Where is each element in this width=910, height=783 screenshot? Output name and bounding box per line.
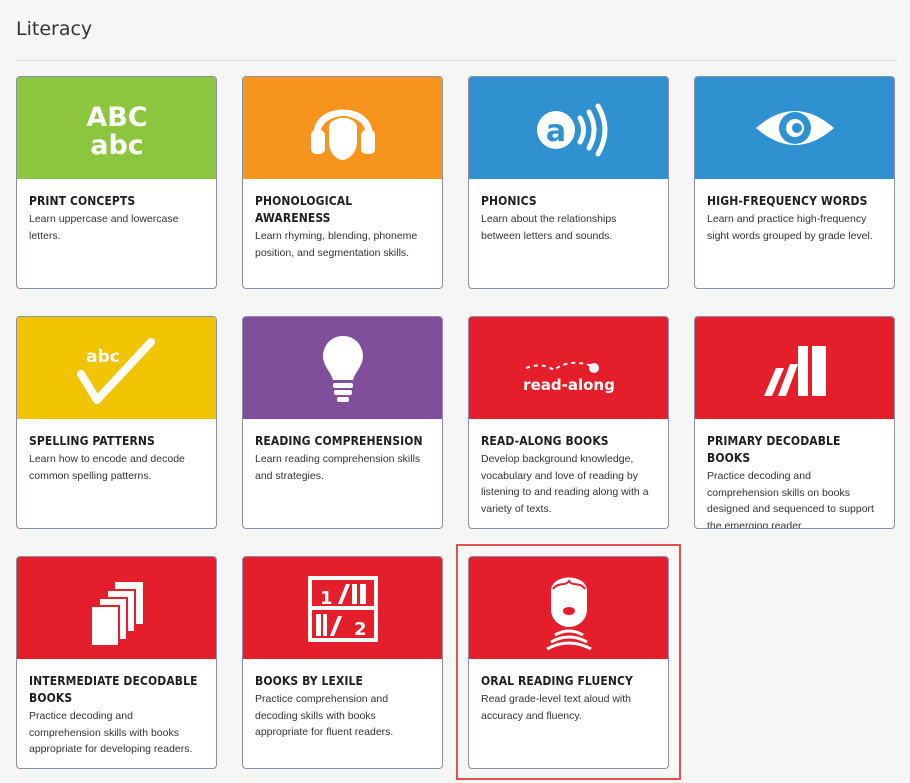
- card-books-by-lexile[interactable]: 1 2 BOOKS BY LEXILE Practice comprehensi…: [242, 556, 443, 769]
- card-description: Learn about the relationships between le…: [481, 213, 617, 242]
- svg-text:abc: abc: [90, 130, 144, 161]
- svg-text:2: 2: [354, 619, 367, 640]
- card-title: SPELLING PATTERNS: [29, 434, 155, 448]
- card-title: PRINT CONCEPTS: [29, 194, 136, 208]
- card-description: Learn rhyming, blending, phoneme positio…: [255, 230, 418, 259]
- card-title: BOOKS BY LEXILE: [255, 674, 363, 688]
- card-description: Learn uppercase and lowercase letters.: [29, 213, 179, 242]
- svg-text:a: a: [545, 114, 565, 149]
- card-read-along-books[interactable]: read-along READ-ALONG BOOKS Develop back…: [468, 316, 669, 529]
- card-title: PHONOLOGICAL AWARENESS: [255, 194, 353, 225]
- card-title: PHONICS: [481, 194, 537, 208]
- card-banner: [695, 77, 894, 179]
- abc-letters-icon: ABC abc: [86, 102, 147, 161]
- card-title: HIGH-FREQUENCY WORDS: [707, 194, 868, 208]
- divider: [16, 60, 897, 61]
- eye-icon: [755, 111, 834, 145]
- card-banner: abc: [17, 317, 216, 419]
- card-phonics[interactable]: a PHONICS Learn about the relationships …: [468, 76, 669, 289]
- card-description: Read grade-level text aloud with accurac…: [481, 693, 632, 722]
- svg-text:ABC: ABC: [86, 102, 147, 133]
- card-intermediate-decodable-books[interactable]: INTERMEDIATE DECODABLE BOOKS Practice de…: [16, 556, 217, 769]
- svg-text:read-along: read-along: [523, 376, 615, 394]
- abc-checkmark-icon: abc: [76, 338, 155, 404]
- books-leaning-icon: [763, 346, 826, 396]
- card-title: READING COMPREHENSION: [255, 434, 423, 448]
- card-title: READ-ALONG BOOKS: [481, 434, 609, 448]
- card-description: Learn and practice high-frequency sight …: [707, 213, 873, 242]
- card-spelling-patterns[interactable]: abc SPELLING PATTERNS Learn how to encod…: [16, 316, 217, 529]
- headphones-head-icon: [310, 109, 375, 160]
- card-banner: [243, 317, 442, 419]
- svg-text:abc: abc: [86, 347, 120, 367]
- card-description: Practice comprehension and decoding skil…: [255, 693, 394, 738]
- section-title: Literacy: [16, 18, 93, 40]
- card-banner: a: [469, 77, 668, 179]
- svg-text:1: 1: [320, 588, 333, 609]
- letter-sound-icon: a: [536, 103, 607, 157]
- card-primary-decodable-books[interactable]: PRIMARY DECODABLE BOOKS Practice decodin…: [694, 316, 895, 529]
- card-banner: read-along: [469, 317, 668, 419]
- card-title: PRIMARY DECODABLE BOOKS: [707, 434, 841, 465]
- bookshelf-icon: 1 2: [307, 576, 378, 642]
- card-high-frequency-words[interactable]: HIGH-FREQUENCY WORDS Learn and practice …: [694, 76, 895, 289]
- card-description: Practice decoding and comprehension skil…: [707, 470, 874, 529]
- card-banner: [469, 557, 668, 659]
- card-banner: [243, 77, 442, 179]
- card-description: Practice decoding and comprehension skil…: [29, 710, 193, 755]
- card-banner: [695, 317, 894, 419]
- card-banner: 1 2: [243, 557, 442, 659]
- card-banner: ABC abc: [17, 77, 216, 179]
- speaking-head-icon: [545, 577, 592, 651]
- card-print-concepts[interactable]: ABC abc PRINT CONCEPTS Learn uppercase a…: [16, 76, 217, 289]
- card-title: ORAL READING FLUENCY: [481, 674, 633, 688]
- card-oral-reading-fluency[interactable]: ORAL READING FLUENCY Read grade-level te…: [468, 556, 669, 769]
- card-description: Learn reading comprehension skills and s…: [255, 453, 421, 482]
- card-phonological-awareness[interactable]: PHONOLOGICAL AWARENESS Learn rhyming, bl…: [242, 76, 443, 289]
- card-description: Develop background knowledge, vocabulary…: [481, 453, 649, 515]
- card-description: Learn how to encode and decode common sp…: [29, 453, 185, 482]
- card-title: INTERMEDIATE DECODABLE BOOKS: [29, 674, 198, 705]
- lightbulb-icon: [322, 336, 363, 402]
- read-along-icon: read-along: [523, 361, 615, 394]
- card-reading-comprehension[interactable]: READING COMPREHENSION Learn reading comp…: [242, 316, 443, 529]
- book-stack-icon: [89, 582, 143, 647]
- card-banner: [17, 557, 216, 659]
